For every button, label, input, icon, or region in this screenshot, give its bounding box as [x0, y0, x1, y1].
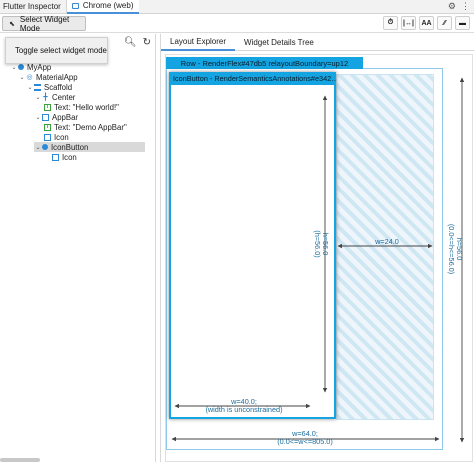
outer-width-constraint: (0.0<=w<=805.0): [277, 437, 333, 446]
refresh-icon[interactable]: ↻: [143, 37, 151, 48]
inner-height-constraint: (h=56.0): [313, 230, 322, 258]
free-space-value: w=24.0: [375, 237, 399, 246]
toolbar-right-buttons: ⏱ |↔| AA ⁄⁄ ▬: [383, 16, 470, 30]
tree-item-label: Icon: [54, 132, 69, 142]
widget-dot-icon: [18, 64, 24, 70]
settings-gear-icon[interactable]: ⚙: [448, 1, 456, 12]
inner-height-label: h=56.0 (h=56.0): [313, 219, 330, 269]
text-icon: T: [44, 103, 51, 111]
tree-item-label: Text: "Demo AppBar": [54, 122, 127, 132]
tree-item-label: Center: [52, 92, 76, 102]
top-tab-bar: Flutter Inspector Chrome (web) ⚙ ⋮: [0, 0, 474, 14]
tab-chrome-web[interactable]: Chrome (web): [66, 0, 139, 14]
chevron-down-icon[interactable]: ⌄: [18, 74, 26, 81]
container-icon: [52, 153, 59, 161]
tree-item-text-hello[interactable]: T Text: "Hello world!": [44, 102, 119, 112]
chevron-down-icon[interactable]: ⌄: [34, 114, 42, 121]
inner-width-label: w=40.0; (width is unconstrained): [190, 398, 298, 414]
search-icon[interactable]: 🔍︎: [124, 37, 137, 48]
tree-item-label: Icon: [62, 152, 77, 162]
iconbutton-header-label: IconButton - RenderSemanticsAnnotations#…: [173, 74, 336, 83]
material-app-icon: ◎: [26, 73, 33, 81]
chevron-down-icon[interactable]: ⌄: [34, 144, 42, 151]
image-icon: ▬: [459, 19, 466, 27]
tab-widget-details-tree[interactable]: Widget Details Tree: [235, 34, 323, 51]
tree-item-center[interactable]: ⌄ ╋ Center: [34, 92, 75, 102]
tree-item-text-demo[interactable]: T Text: "Demo AppBar": [44, 122, 127, 132]
tab-chrome-web-label: Chrome (web): [82, 1, 134, 10]
tree-item-materialapp[interactable]: ⌄ ◎ MaterialApp: [18, 72, 78, 82]
outer-width-label: w=64.0; (0.0<=w<=805.0): [265, 430, 345, 446]
outer-height-value: h=56.0: [455, 237, 464, 261]
container-icon: [42, 113, 49, 121]
chevron-down-icon[interactable]: ⌄: [10, 64, 18, 71]
tab-flutter-inspector-label: Flutter Inspector: [3, 2, 61, 11]
tree-item-icon-child[interactable]: Icon: [52, 152, 77, 162]
select-widget-mode-tooltip: Toggle select widget mode: [5, 37, 108, 64]
select-widget-mode-label: Select Widget Mode: [19, 14, 70, 33]
tab-layout-explorer[interactable]: Layout Explorer: [161, 34, 236, 51]
inspector-toolbar: ⬉ Select Widget Mode ⏱ |↔| AA ⁄⁄ ▬: [0, 14, 474, 33]
iconbutton-render-box[interactable]: [169, 72, 336, 419]
tree-item-label: IconButton: [51, 142, 89, 152]
outer-height-label: h=56.0 (0.0<=h<=56.0): [447, 214, 464, 284]
tree-item-label: Text: "Hello world!": [54, 102, 119, 112]
inner-width-constraint: (width is unconstrained): [205, 405, 283, 414]
tree-item-icon[interactable]: Icon: [44, 132, 69, 142]
tree-item-label: Scaffold: [44, 82, 73, 92]
free-space-label: w=24.0: [362, 238, 412, 246]
widget-tree-panel: 🔍︎ ↻ ⌄ MyApp ⌄ ◎ MaterialApp ⌄ Scaffold …: [0, 34, 155, 462]
tree-item-appbar[interactable]: ⌄ AppBar: [34, 112, 78, 122]
tab-widget-details-tree-label: Widget Details Tree: [244, 38, 314, 47]
invert-images-button[interactable]: ▬: [455, 16, 470, 30]
panel-divider[interactable]: [155, 34, 156, 462]
chevron-down-icon[interactable]: ⌄: [26, 84, 34, 91]
debug-paint-button[interactable]: |↔|: [401, 16, 416, 30]
repaint-icon: ⁄⁄: [443, 19, 446, 27]
repaint-rainbow-button[interactable]: ⁄⁄: [437, 16, 452, 30]
tooltip-text: Toggle select widget mode: [15, 46, 107, 55]
inner-height-value: h=56.0: [321, 232, 330, 256]
iconbutton-header[interactable]: IconButton - RenderSemanticsAnnotations#…: [169, 72, 336, 85]
chevron-down-icon[interactable]: ⌄: [34, 94, 42, 101]
text-icon: T: [44, 123, 51, 131]
row-header-label: Row - RenderFlex#47db5 relayoutBoundary=…: [180, 58, 349, 68]
cursor-select-icon: ⬉: [9, 20, 15, 28]
outer-height-constraint: (0.0<=h<=56.0): [447, 223, 456, 275]
details-tabs: Layout Explorer Widget Details Tree: [161, 34, 474, 51]
paint-baselines-button[interactable]: AA: [419, 16, 434, 30]
tree-item-iconbutton[interactable]: ⌄ IconButton: [34, 142, 145, 152]
guidelines-icon: |↔|: [403, 19, 414, 27]
center-icon: ╋: [43, 93, 48, 101]
tabbar-actions: ⚙ ⋮: [448, 1, 474, 12]
tab-layout-explorer-label: Layout Explorer: [170, 37, 227, 46]
tree-tools: 🔍︎ ↻: [124, 37, 151, 48]
tree-item-scaffold[interactable]: ⌄ Scaffold: [26, 82, 72, 92]
stopwatch-icon: ⏱: [387, 19, 394, 26]
free-space-area: [336, 74, 434, 420]
tree-item-label: AppBar: [52, 112, 79, 122]
tree-item-label: MaterialApp: [36, 72, 78, 82]
widget-dot-icon: [42, 144, 48, 150]
container-icon: [44, 133, 51, 141]
slow-animations-button[interactable]: ⏱: [383, 16, 398, 30]
more-options-icon[interactable]: ⋮: [461, 1, 470, 12]
text-baseline-icon: AA: [421, 19, 432, 27]
scaffold-icon: [34, 83, 41, 91]
tab-flutter-inspector[interactable]: Flutter Inspector: [0, 0, 67, 14]
select-widget-mode-button[interactable]: ⬉ Select Widget Mode: [2, 14, 86, 33]
row-header[interactable]: Row - RenderFlex#47db5 relayoutBoundary=…: [166, 57, 363, 69]
device-icon: [71, 2, 79, 9]
horizontal-scrollbar[interactable]: [0, 458, 40, 462]
